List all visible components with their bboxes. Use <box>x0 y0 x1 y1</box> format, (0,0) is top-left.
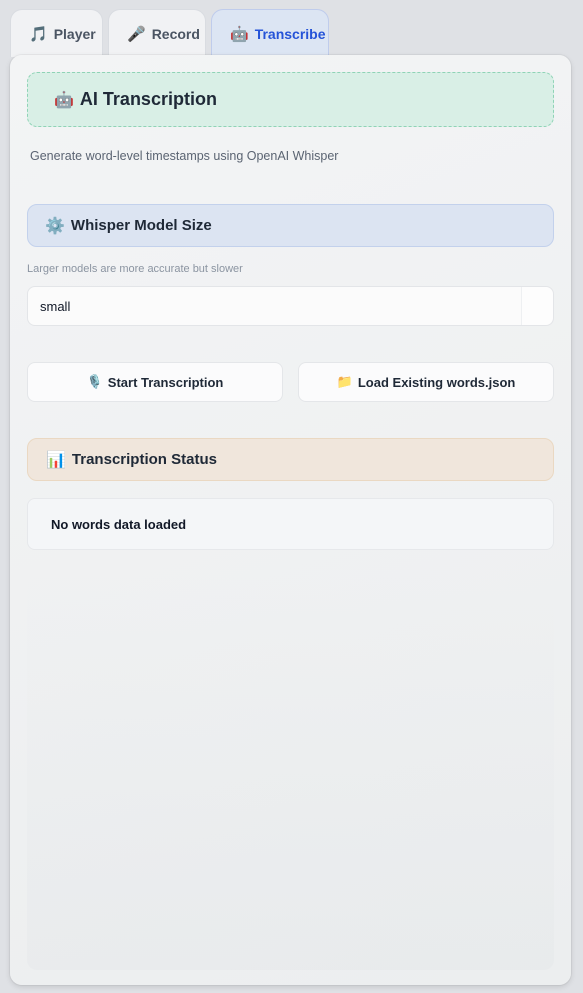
load-words-json-button[interactable]: 📁 Load Existing words.json <box>298 362 554 402</box>
tab-transcribe-label: Transcribe <box>254 25 326 42</box>
tab-player-label: Player <box>53 25 96 42</box>
tab-record[interactable]: 🎤 Record <box>108 9 206 57</box>
transcription-status-title: Transcription Status <box>71 451 217 468</box>
select-dropdown-area[interactable] <box>521 287 553 325</box>
model-size-value: small <box>40 298 71 314</box>
ai-transcription-header: 🤖 AI Transcription <box>27 72 554 127</box>
start-transcription-button[interactable]: 🎙️ Start Transcription <box>27 362 283 402</box>
model-size-select[interactable]: small <box>27 286 554 326</box>
status-message: No words data loaded <box>51 516 187 532</box>
robot-icon: 🤖 <box>230 25 249 43</box>
studio-microphone-icon: 🎙️ <box>86 374 103 389</box>
robot-icon: 🤖 <box>54 91 74 109</box>
tab-player[interactable]: 🎵 Player <box>10 9 103 57</box>
bar-chart-icon: 📊 <box>46 451 66 469</box>
status-message-box: No words data loaded <box>27 498 554 550</box>
transcription-status-header: 📊 Transcription Status <box>27 438 554 481</box>
empty-content-area <box>27 575 554 970</box>
load-words-json-label: Load Existing words.json <box>357 374 516 390</box>
microphone-icon: 🎤 <box>127 25 146 43</box>
tab-bar: 🎵 Player 🎤 Record 🤖 Transcribe <box>10 9 329 57</box>
start-transcription-label: Start Transcription <box>107 374 224 390</box>
transcribe-panel: 🤖 AI Transcription Generate word-level t… <box>10 55 571 985</box>
model-size-header: ⚙️ Whisper Model Size <box>27 204 554 247</box>
gear-icon: ⚙️ <box>45 217 65 235</box>
music-note-icon: 🎵 <box>29 25 48 43</box>
folder-icon: 📁 <box>336 374 353 389</box>
model-size-title: Whisper Model Size <box>70 217 212 234</box>
page-subtitle: Generate word-level timestamps using Ope… <box>30 149 339 163</box>
page-title: AI Transcription <box>79 89 217 109</box>
tab-record-label: Record <box>151 25 200 42</box>
app-window: 🎵 Player 🎤 Record 🤖 Transcribe 🤖 AI Tran… <box>0 0 583 993</box>
model-size-hint: Larger models are more accurate but slow… <box>27 263 243 275</box>
tab-transcribe[interactable]: 🤖 Transcribe <box>211 9 329 57</box>
